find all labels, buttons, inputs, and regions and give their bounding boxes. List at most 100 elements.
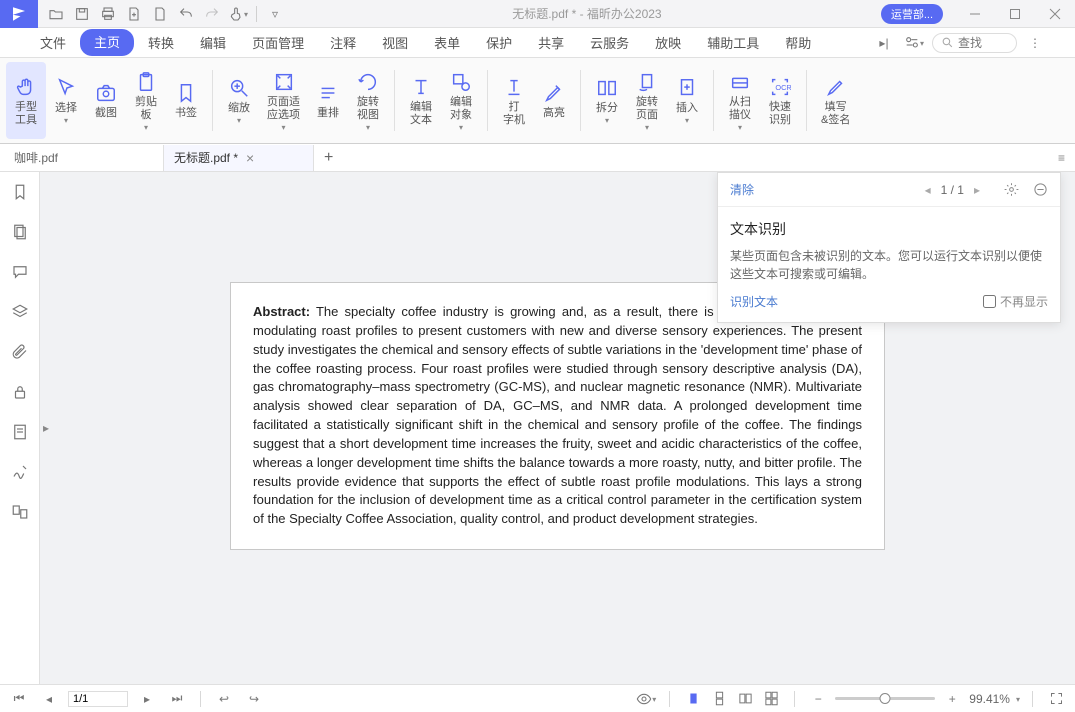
fullscreen-icon[interactable] [1045, 688, 1067, 710]
workspace: ▸ Abstract: The specialty coffee industr… [0, 172, 1075, 684]
maximize-button[interactable] [995, 0, 1035, 28]
notification-clear[interactable]: 清除 [730, 181, 754, 198]
menu-item-7[interactable]: 表单 [422, 29, 472, 56]
zoom-tool[interactable]: 缩放▾ [219, 62, 259, 139]
pages-panel-icon[interactable] [8, 220, 32, 244]
minimize-button[interactable] [955, 0, 995, 28]
bookmark-tool[interactable]: 书签 [166, 62, 206, 139]
menu-item-5[interactable]: 注释 [318, 29, 368, 56]
touch-icon[interactable]: ▾ [226, 2, 250, 26]
bookmark-panel-icon[interactable] [8, 180, 32, 204]
comments-panel-icon[interactable] [8, 260, 32, 284]
menu-item-4[interactable]: 页面管理 [240, 29, 316, 56]
tabs-menu-icon[interactable]: ≡ [1048, 151, 1075, 165]
nav-back-icon[interactable]: ↩ [213, 688, 235, 710]
nav-forward-icon[interactable]: ↪ [243, 688, 265, 710]
insert-tool[interactable]: 插入▾ [667, 62, 707, 139]
notif-dont-show-checkbox[interactable] [983, 295, 996, 308]
menu-item-13[interactable]: 帮助 [773, 29, 823, 56]
qat-dropdown-icon[interactable]: ▿ [263, 2, 287, 26]
sidebar [0, 172, 40, 684]
zoom-control: − + 99.41% ▾ [807, 688, 1020, 710]
single-page-view-icon[interactable] [682, 688, 704, 710]
split-tool[interactable]: 拆分▾ [587, 62, 627, 139]
compare-panel-icon[interactable] [8, 500, 32, 524]
reflow-tool[interactable]: 重排 [308, 62, 348, 139]
menu-item-8[interactable]: 保护 [474, 29, 524, 56]
fit-tool[interactable]: 页面适应选项▾ [259, 62, 308, 139]
undo-icon[interactable] [174, 2, 198, 26]
page-number-input[interactable] [68, 691, 128, 707]
clipboard-tool[interactable]: 剪贴板▾ [126, 62, 166, 139]
notif-settings-icon[interactable] [1004, 182, 1019, 197]
app-logo [0, 0, 38, 28]
snapshot-tool[interactable]: 截图 [86, 62, 126, 139]
redo-icon[interactable] [200, 2, 224, 26]
page-blank-icon[interactable] [148, 2, 172, 26]
ribbon-toolbar: 手型工具 选择▾ 截图 剪贴板▾ 书签 缩放▾ 页面适应选项▾ 重排 旋转视图▾… [0, 58, 1075, 144]
zoom-out-icon[interactable]: − [807, 688, 829, 710]
page-add-icon[interactable] [122, 2, 146, 26]
zoom-percent: 99.41% [969, 692, 1010, 706]
menu-item-10[interactable]: 云服务 [578, 29, 641, 56]
hand-tool[interactable]: 手型工具 [6, 62, 46, 139]
menu-bar: 文件主页转换编辑页面管理注释视图表单保护共享云服务放映辅助工具帮助 ▸| ▾ ⋮ [0, 28, 1075, 58]
menu-item-3[interactable]: 编辑 [188, 29, 238, 56]
menu-item-6[interactable]: 视图 [370, 29, 420, 56]
notif-action-link[interactable]: 识别文本 [730, 293, 778, 310]
fields-panel-icon[interactable] [8, 420, 32, 444]
org-badge[interactable]: 运营部... [881, 4, 943, 24]
notif-description: 某些页面包含未被识别的文本。您可以运行文本识别以便使这些文本可搜索或可编辑。 [730, 247, 1048, 283]
ribbon-collapse-icon[interactable]: ▸| [872, 31, 896, 55]
ocr-tool[interactable]: OCR快速识别 [760, 62, 800, 139]
notif-dont-show[interactable]: 不再显示 [983, 293, 1048, 310]
rotate-view-tool[interactable]: 旋转视图▾ [348, 62, 388, 139]
last-page-icon[interactable]: ⏭ [166, 688, 188, 710]
edit-object-tool[interactable]: 编辑对象▾ [441, 62, 481, 139]
close-button[interactable] [1035, 0, 1075, 28]
document-tab-0[interactable]: 咖啡.pdf [4, 145, 164, 171]
layers-panel-icon[interactable] [8, 300, 32, 324]
tab-close-icon[interactable]: × [246, 151, 254, 165]
document-tab-1[interactable]: 无标题.pdf *× [164, 145, 314, 171]
first-page-icon[interactable]: ⏮ [8, 688, 30, 710]
highlight-tool[interactable]: 高亮 [534, 62, 574, 139]
typewriter-tool[interactable]: 打字机 [494, 62, 534, 139]
prev-page-icon[interactable]: ◂ [38, 688, 60, 710]
next-page-icon[interactable]: ▸ [136, 688, 158, 710]
open-icon[interactable] [44, 2, 68, 26]
menu-item-9[interactable]: 共享 [526, 29, 576, 56]
new-tab-button[interactable]: + [314, 149, 343, 167]
search-box[interactable] [932, 33, 1017, 53]
scanner-tool[interactable]: 从扫描仪▾ [720, 62, 760, 139]
menu-item-2[interactable]: 转换 [136, 29, 186, 56]
read-mode-icon[interactable]: ▾ [635, 688, 657, 710]
search-input[interactable] [958, 36, 1008, 50]
save-icon[interactable] [70, 2, 94, 26]
notif-next-icon[interactable]: ▸ [974, 183, 980, 197]
zoom-dropdown-icon[interactable]: ▾ [1016, 695, 1020, 704]
facing-view-icon[interactable] [734, 688, 756, 710]
attachments-panel-icon[interactable] [8, 340, 32, 364]
zoom-in-icon[interactable]: + [941, 688, 963, 710]
menu-item-12[interactable]: 辅助工具 [695, 29, 771, 56]
print-icon[interactable] [96, 2, 120, 26]
security-panel-icon[interactable] [8, 380, 32, 404]
sign-tool[interactable]: 填写&签名 [813, 62, 858, 139]
sidebar-expand-handle[interactable]: ▸ [40, 408, 52, 448]
rotate-page-tool[interactable]: 旋转页面▾ [627, 62, 667, 139]
edit-text-tool[interactable]: 编辑文本 [401, 62, 441, 139]
menu-more-icon[interactable]: ⋮ [1023, 31, 1047, 55]
notif-minimize-icon[interactable] [1033, 182, 1048, 197]
continuous-facing-view-icon[interactable] [760, 688, 782, 710]
zoom-slider[interactable] [835, 697, 935, 700]
menu-item-11[interactable]: 放映 [643, 29, 693, 56]
menu-item-1[interactable]: 主页 [80, 29, 134, 56]
menu-item-0[interactable]: 文件 [28, 29, 78, 56]
select-tool[interactable]: 选择▾ [46, 62, 86, 139]
document-canvas[interactable]: Abstract: The specialty coffee industry … [40, 172, 1075, 684]
filter-icon[interactable]: ▾ [902, 31, 926, 55]
notif-prev-icon[interactable]: ◂ [925, 183, 931, 197]
signature-panel-icon[interactable] [8, 460, 32, 484]
continuous-view-icon[interactable] [708, 688, 730, 710]
